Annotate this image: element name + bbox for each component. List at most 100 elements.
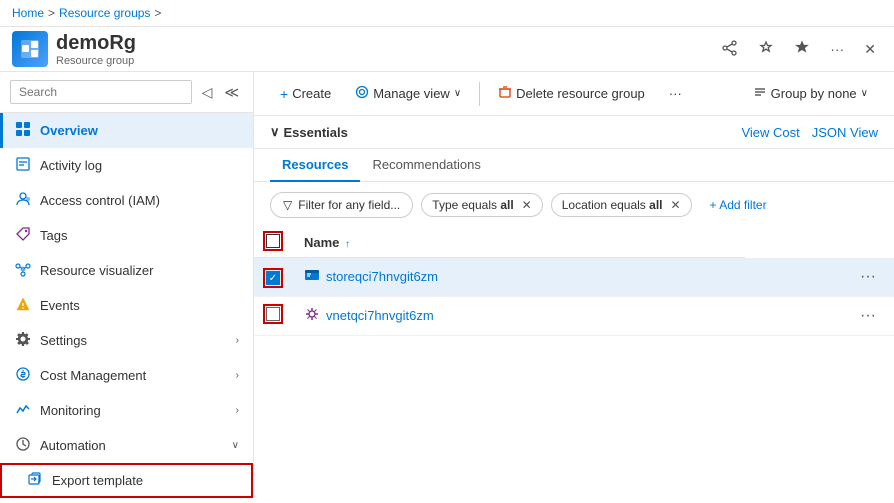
star-button[interactable] xyxy=(788,36,816,63)
resource-group-icon xyxy=(12,31,48,67)
title-bar: demoRg Resource group ··· ✕ xyxy=(0,27,894,72)
sidebar-item-activity-log[interactable]: Activity log xyxy=(0,148,253,183)
filter-bar: ▽ Filter for any field... Type equals al… xyxy=(254,182,894,228)
automation-icon xyxy=(14,436,32,455)
row-checkbox-cell-2 xyxy=(254,296,292,335)
header-checkbox-cell xyxy=(254,228,292,258)
more-options-button[interactable]: ··· xyxy=(824,37,850,61)
row-actions-2: ··· xyxy=(745,296,894,335)
share-button[interactable] xyxy=(716,36,744,63)
create-icon: + xyxy=(280,86,288,102)
sidebar-item-help[interactable]: Help › xyxy=(0,498,253,499)
expand-sidebar-button[interactable]: ≪ xyxy=(220,82,243,103)
add-filter-button[interactable]: + Add filter xyxy=(700,194,777,216)
manage-view-icon xyxy=(355,85,369,102)
page-title: demoRg xyxy=(56,32,136,55)
delete-button[interactable]: Delete resource group xyxy=(488,80,655,107)
tab-resources[interactable]: Resources xyxy=(270,149,360,182)
sidebar-item-resource-visualizer[interactable]: Resource visualizer xyxy=(0,253,253,288)
filter-icon: ▽ xyxy=(283,198,292,212)
sidebar-item-access-control[interactable]: Access control (IAM) xyxy=(0,183,253,218)
search-input[interactable] xyxy=(10,80,192,104)
breadcrumb-sep1: > xyxy=(48,6,55,20)
sidebar-item-tags[interactable]: Tags xyxy=(0,218,253,253)
row-more-button-2[interactable]: ··· xyxy=(854,305,882,327)
sidebar-item-label-activity-log: Activity log xyxy=(40,158,102,173)
header-checkbox[interactable] xyxy=(266,234,280,248)
view-cost-link[interactable]: View Cost xyxy=(741,125,799,140)
collapse-sidebar-button[interactable]: ◁ xyxy=(198,82,217,103)
cost-management-chevron-icon: › xyxy=(236,370,239,381)
cost-management-icon xyxy=(14,366,32,385)
row-actions-1: ··· xyxy=(745,258,894,297)
events-icon xyxy=(14,296,32,315)
sidebar-item-events[interactable]: Events xyxy=(0,288,253,323)
breadcrumb-resource-groups[interactable]: Resource groups xyxy=(59,6,150,20)
breadcrumb: Home > Resource groups > xyxy=(0,0,894,27)
filter-field-button[interactable]: ▽ Filter for any field... xyxy=(270,192,413,218)
table-row: vnetqci7hnvgit6zm ··· xyxy=(254,296,894,335)
sidebar-item-label-overview: Overview xyxy=(40,123,98,138)
toolbar-separator xyxy=(479,82,480,106)
sidebar-action-buttons: ◁ ≪ xyxy=(198,82,243,103)
sidebar-item-automation[interactable]: Automation ∨ xyxy=(0,428,253,463)
favorite-button[interactable] xyxy=(752,36,780,63)
sidebar-item-label-export-template: Export template xyxy=(52,473,143,488)
sidebar-item-cost-management[interactable]: Cost Management › xyxy=(0,358,253,393)
vnet-icon xyxy=(304,306,320,325)
manage-view-button[interactable]: Manage view ∨ xyxy=(345,80,471,107)
essentials-title: Essentials xyxy=(284,125,348,140)
sidebar-item-export-template[interactable]: Export template xyxy=(0,463,253,498)
sidebar-item-label-tags: Tags xyxy=(40,228,67,243)
filter-tag-type-close[interactable]: ✕ xyxy=(522,198,532,212)
sidebar-item-label-access-control: Access control (IAM) xyxy=(40,193,160,208)
add-filter-label: + Add filter xyxy=(710,198,767,212)
group-by-button[interactable]: Group by none ∨ xyxy=(743,80,878,107)
more-toolbar-button[interactable]: ··· xyxy=(659,81,692,106)
resources-table: Name ↑ ✓ storeqci xyxy=(254,228,894,336)
resource-name-1: storeqci7hnvgit6zm xyxy=(326,269,438,284)
title-actions: ··· ✕ xyxy=(716,36,882,63)
column-name: Name ↑ xyxy=(292,228,745,258)
resource-link-1[interactable]: storeqci7hnvgit6zm xyxy=(304,267,733,286)
page-subtitle: Resource group xyxy=(56,55,136,67)
sidebar-item-label-resource-visualizer: Resource visualizer xyxy=(40,263,153,278)
create-button[interactable]: + Create xyxy=(270,81,341,107)
manage-view-label: Manage view xyxy=(373,86,450,101)
essentials-toggle[interactable]: ∨ Essentials xyxy=(270,124,348,140)
essentials-links: View Cost JSON View xyxy=(741,125,878,140)
overview-icon xyxy=(14,121,32,140)
activity-log-icon xyxy=(14,156,32,175)
sidebar-item-monitoring[interactable]: Monitoring › xyxy=(0,393,253,428)
automation-chevron-icon: ∨ xyxy=(232,440,239,451)
row-checkbox-1[interactable]: ✓ xyxy=(266,271,280,285)
json-view-link[interactable]: JSON View xyxy=(812,125,878,140)
row-name-cell-2: vnetqci7hnvgit6zm xyxy=(292,296,745,335)
sidebar-item-label-events: Events xyxy=(40,298,80,313)
breadcrumb-home[interactable]: Home xyxy=(12,6,44,20)
row-checkbox-2[interactable] xyxy=(266,307,280,321)
sidebar-item-overview[interactable]: Overview xyxy=(0,113,253,148)
content-area: + Create Manage view ∨ Delete resource g… xyxy=(254,72,894,499)
sidebar-item-label-cost-management: Cost Management xyxy=(40,368,146,383)
tab-recommendations[interactable]: Recommendations xyxy=(360,149,492,182)
tags-icon xyxy=(14,226,32,245)
resource-link-2[interactable]: vnetqci7hnvgit6zm xyxy=(304,306,733,325)
essentials-chevron-icon: ∨ xyxy=(270,124,280,140)
sort-icon: ↑ xyxy=(345,239,350,250)
group-by-label: Group by none xyxy=(771,86,857,101)
export-template-icon xyxy=(26,471,44,490)
close-button[interactable]: ✕ xyxy=(858,37,882,62)
row-more-button-1[interactable]: ··· xyxy=(854,266,882,288)
sidebar-item-settings[interactable]: Settings › xyxy=(0,323,253,358)
settings-chevron-icon: › xyxy=(236,335,239,346)
storage-icon xyxy=(304,267,320,286)
create-label: Create xyxy=(292,86,331,101)
filter-tag-type: Type equals all ✕ xyxy=(421,193,542,217)
title-left: demoRg Resource group xyxy=(12,31,136,67)
tabs-container: Resources Recommendations xyxy=(254,149,894,182)
table-row: ✓ storeqci7hnvgit6zm ··· xyxy=(254,258,894,297)
filter-tag-location-close[interactable]: ✕ xyxy=(670,198,680,212)
resource-name-2: vnetqci7hnvgit6zm xyxy=(326,308,434,323)
sidebar-item-label-settings: Settings xyxy=(40,333,87,348)
